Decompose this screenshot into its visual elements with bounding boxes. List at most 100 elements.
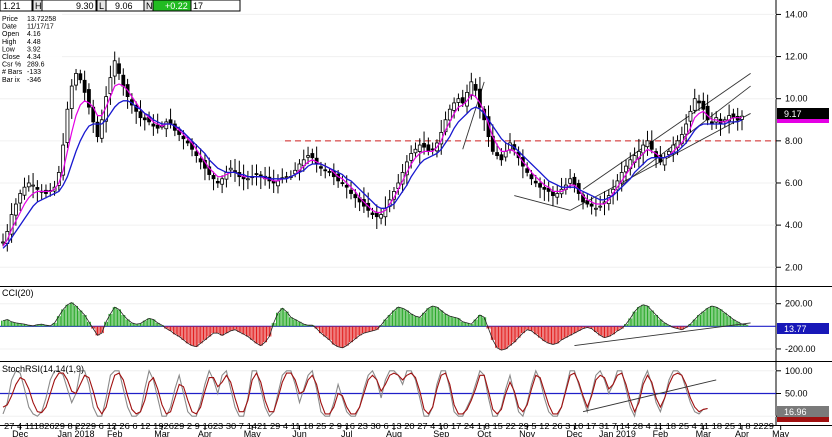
price-bar-body	[503, 150, 508, 158]
price-bar-body	[306, 155, 310, 158]
price-bar-body	[121, 74, 126, 87]
price-bar-body	[551, 191, 555, 197]
price-bar-body	[151, 123, 156, 127]
price-bar-body	[246, 178, 250, 181]
price-bar-body	[276, 180, 280, 187]
info-value: 4.48	[27, 39, 41, 46]
price-bar-body	[692, 98, 697, 111]
price-bar-body	[1, 241, 5, 244]
top-bar-l-label: L	[99, 1, 104, 11]
stoch-current-tag-accent	[777, 417, 829, 422]
price-bar-body	[164, 121, 169, 130]
price-bar-body	[194, 151, 199, 156]
info-label: Low	[2, 46, 16, 53]
price-bar-body	[542, 187, 547, 190]
month-label: Nov	[519, 429, 536, 437]
price-bar-body	[568, 178, 573, 184]
price-bar-body	[469, 81, 474, 96]
price-bar-body	[473, 84, 478, 91]
price-bar-body	[13, 203, 18, 216]
price-axis-label: 4.00	[785, 220, 803, 230]
price-bar-body	[310, 153, 315, 159]
price-bar-body	[185, 140, 190, 144]
price-bar-body	[108, 77, 113, 95]
price-bar-body	[284, 176, 289, 179]
price-bar-body	[65, 108, 70, 144]
top-bar-n-label: N	[146, 1, 153, 11]
price-bar-body	[585, 200, 590, 205]
price-bar-body	[211, 175, 216, 180]
info-label: Price	[2, 16, 18, 23]
info-label: High	[2, 39, 17, 46]
info-value: 3.92	[27, 46, 41, 53]
month-label: Jan 2018	[58, 429, 95, 437]
price-axis-label: 2.00	[785, 262, 803, 272]
price-bar-body	[460, 97, 465, 104]
month-label: Feb	[653, 429, 669, 437]
price-bar-body	[215, 180, 220, 184]
stoch-axis-label: 50.00	[785, 389, 808, 399]
price-bar-body	[319, 166, 323, 169]
info-box: Price 13.72258 Date 11/17/17 Open 4.16 High 4.4…	[0, 12, 62, 84]
price-bar-body	[349, 189, 353, 194]
month-label: May	[244, 429, 262, 437]
info-value: -346	[27, 77, 41, 84]
price-bar-body	[589, 203, 594, 207]
month-label: Mar	[154, 429, 170, 437]
price-bar-body	[688, 110, 693, 122]
price-bar-body	[22, 186, 27, 196]
price-axis-label: 12.00	[785, 52, 808, 62]
top-bar-right-value: 17	[193, 1, 203, 11]
info-value: 4.34	[27, 54, 41, 61]
cci-axis-label: -200.00	[785, 344, 816, 354]
price-bar-body	[645, 140, 650, 148]
cci-title: CCI(20)	[2, 288, 34, 298]
info-label: # Bars	[2, 69, 23, 76]
price-bar-body	[572, 176, 577, 186]
price-bar-body	[220, 178, 225, 185]
stoch-current-tag: 16.96	[777, 406, 829, 422]
price-bar-body	[422, 143, 426, 148]
price-bar-body	[409, 153, 414, 161]
month-label: Sep	[433, 429, 449, 437]
price-bar-body	[529, 174, 534, 180]
price-bar-body	[353, 194, 358, 199]
price-bar-body	[538, 183, 542, 188]
price-bar-body	[323, 169, 328, 172]
price-bar-body	[533, 180, 538, 184]
price-bar-body	[525, 168, 530, 173]
price-bar-body	[452, 102, 457, 111]
price-panel	[0, 0, 776, 285]
stoch-current-value: 16.96	[784, 407, 807, 417]
info-value: 11/17/17	[27, 24, 54, 31]
month-label: Dec	[566, 429, 583, 437]
month-label: Feb	[107, 429, 123, 437]
price-axis-label: 8.00	[785, 136, 803, 146]
price-bar-body	[374, 212, 379, 218]
info-value: -133	[27, 69, 41, 76]
price-bar-body	[78, 73, 83, 81]
top-bar: 1.21 H 9.30 L 9.06 N +0.22 17	[0, 0, 241, 12]
price-bar-body	[417, 144, 422, 152]
price-bar-body	[705, 105, 710, 121]
cci-current-tag: 13.77	[777, 323, 829, 334]
price-axis: 2.00 4.00 6.00 8.00 10.00 12.00 14.00	[776, 9, 808, 272]
current-price-tag-accent	[777, 119, 829, 123]
cci-current-value: 13.77	[784, 324, 807, 334]
stoch-axis-label: 100.00	[785, 366, 813, 376]
month-label: Oct	[477, 429, 492, 437]
info-label: Date	[2, 24, 17, 31]
price-axis-label: 10.00	[785, 94, 808, 104]
cci-axis-label: 200.00	[785, 299, 813, 309]
top-bar-change-value: +0.22	[165, 1, 188, 11]
price-bar-body	[456, 98, 461, 103]
price-bar-body	[413, 148, 418, 154]
top-bar-h-value: 9.30	[76, 1, 94, 11]
price-bar-body	[35, 187, 40, 190]
price-bar-body	[495, 152, 499, 156]
price-axis-label: 14.00	[785, 9, 808, 19]
price-bar-body	[684, 123, 689, 135]
price-bar-body	[701, 100, 706, 110]
price-bar-body	[662, 157, 667, 166]
info-label: Bar ix	[2, 77, 20, 84]
